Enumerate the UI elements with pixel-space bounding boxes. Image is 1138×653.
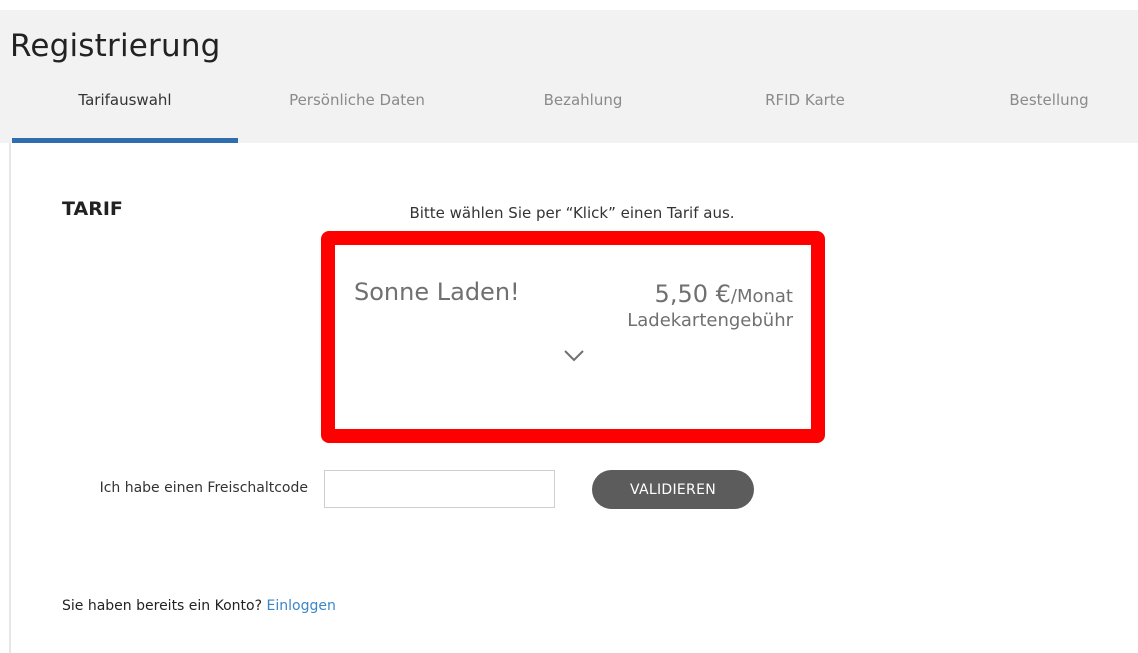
- voucher-code-input[interactable]: [324, 470, 555, 508]
- page-title: Registrierung: [10, 28, 221, 64]
- tab-rfid-karte[interactable]: RFID Karte: [692, 88, 918, 134]
- section-title: TARIF: [62, 198, 123, 220]
- registration-page: Registrierung Tarifauswahl Persönliche D…: [0, 0, 1138, 653]
- tab-bezahlung[interactable]: Bezahlung: [470, 88, 696, 134]
- voucher-code-label: Ich habe einen Freischaltcode: [99, 480, 308, 496]
- login-prompt-row: Sie haben bereits ein Konto? Einloggen: [62, 598, 336, 614]
- tariff-instruction: Bitte wählen Sie per “Klick” einen Tarif…: [409, 204, 735, 222]
- chevron-down-icon[interactable]: [563, 349, 585, 363]
- validate-button[interactable]: VALIDIEREN: [592, 470, 754, 509]
- tab-persoenliche-daten[interactable]: Persönliche Daten: [244, 88, 470, 134]
- login-link[interactable]: Einloggen: [267, 598, 336, 614]
- tariff-name: Sonne Laden!: [354, 278, 520, 306]
- tariff-card[interactable]: Sonne Laden! 5,50 €/Monat Ladekartengebü…: [321, 231, 825, 443]
- tab-tarifauswahl[interactable]: Tarifauswahl: [12, 88, 238, 134]
- tariff-price-unit: /Monat: [730, 286, 793, 307]
- tab-bestellung[interactable]: Bestellung: [936, 88, 1138, 134]
- step-tabs: Tarifauswahl Persönliche Daten Bezahlung…: [12, 88, 1138, 134]
- tariff-price-amount: 5,50 €: [654, 280, 731, 308]
- tariff-fee-label: Ladekartengebühr: [627, 310, 793, 331]
- tariff-price: 5,50 €/Monat: [655, 280, 793, 308]
- login-prompt: Sie haben bereits ein Konto?: [62, 598, 263, 614]
